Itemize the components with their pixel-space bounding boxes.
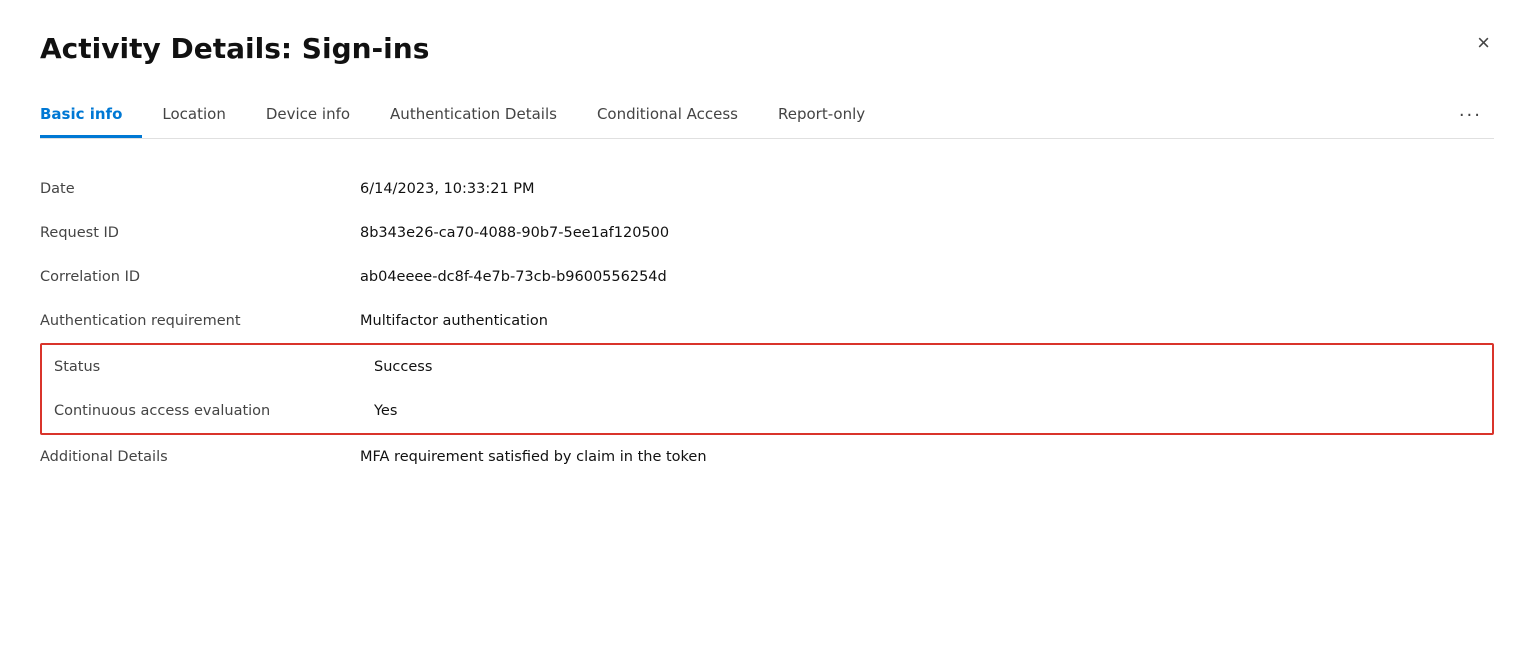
tab-conditional-access[interactable]: Conditional Access bbox=[577, 97, 758, 138]
tab-authentication-details[interactable]: Authentication Details bbox=[370, 97, 577, 138]
label-correlation-id: Correlation ID bbox=[40, 269, 360, 285]
label-cae: Continuous access evaluation bbox=[54, 403, 374, 419]
tabs-more-button[interactable]: ··· bbox=[1447, 97, 1494, 138]
label-auth-requirement: Authentication requirement bbox=[40, 313, 360, 329]
value-status: Success bbox=[374, 359, 432, 375]
value-request-id: 8b343e26-ca70-4088-90b7-5ee1af120500 bbox=[360, 225, 669, 241]
value-auth-requirement: Multifactor authentication bbox=[360, 313, 548, 329]
row-status: Status Success bbox=[42, 345, 1492, 389]
row-auth-requirement: Authentication requirement Multifactor a… bbox=[40, 299, 1494, 343]
value-date: 6/14/2023, 10:33:21 PM bbox=[360, 181, 535, 197]
highlighted-status-group: Status Success Continuous access evaluat… bbox=[40, 343, 1494, 435]
content-area: Date 6/14/2023, 10:33:21 PM Request ID 8… bbox=[40, 167, 1494, 479]
value-correlation-id: ab04eeee-dc8f-4e7b-73cb-b9600556254d bbox=[360, 269, 667, 285]
tabs-bar: Basic info Location Device info Authenti… bbox=[40, 97, 1494, 139]
tab-device-info[interactable]: Device info bbox=[246, 97, 370, 138]
dialog-title: Activity Details: Sign-ins bbox=[40, 32, 1494, 65]
value-additional-details: MFA requirement satisfied by claim in th… bbox=[360, 449, 707, 465]
row-additional-details: Additional Details MFA requirement satis… bbox=[40, 435, 1494, 479]
row-date: Date 6/14/2023, 10:33:21 PM bbox=[40, 167, 1494, 211]
row-cae: Continuous access evaluation Yes bbox=[42, 389, 1492, 433]
close-button[interactable]: × bbox=[1469, 28, 1498, 58]
label-request-id: Request ID bbox=[40, 225, 360, 241]
row-correlation-id: Correlation ID ab04eeee-dc8f-4e7b-73cb-b… bbox=[40, 255, 1494, 299]
tab-location[interactable]: Location bbox=[142, 97, 245, 138]
value-cae: Yes bbox=[374, 403, 397, 419]
label-additional-details: Additional Details bbox=[40, 449, 360, 465]
activity-details-dialog: Activity Details: Sign-ins × Basic info … bbox=[0, 0, 1534, 650]
row-request-id: Request ID 8b343e26-ca70-4088-90b7-5ee1a… bbox=[40, 211, 1494, 255]
tab-basic-info[interactable]: Basic info bbox=[40, 97, 142, 138]
label-date: Date bbox=[40, 181, 360, 197]
tab-report-only[interactable]: Report-only bbox=[758, 97, 885, 138]
label-status: Status bbox=[54, 359, 374, 375]
